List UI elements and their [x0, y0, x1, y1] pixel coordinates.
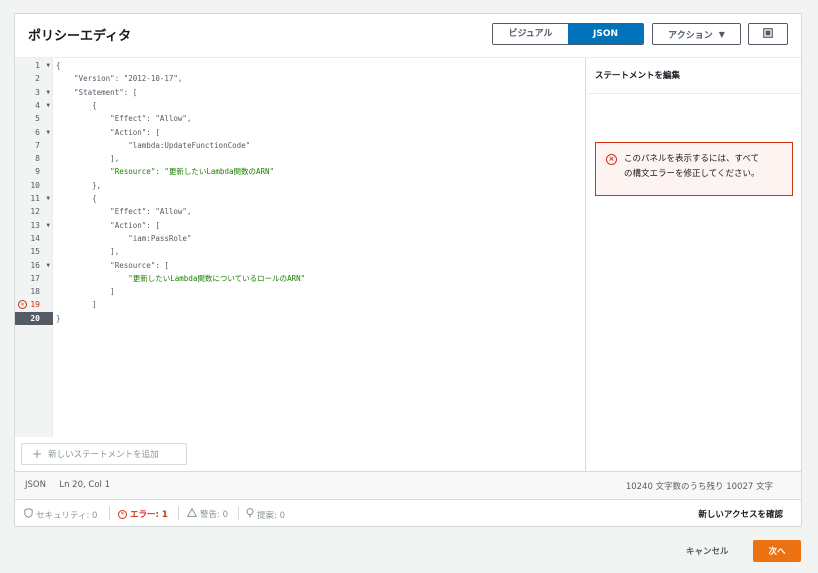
settings-square-icon — [763, 27, 773, 41]
line-number: 9 — [35, 167, 40, 177]
line-number: 2 — [35, 74, 40, 84]
line-number: 10 — [30, 180, 40, 190]
error-circle-icon: × — [606, 154, 617, 165]
error-circle-icon: ✕ — [118, 509, 127, 519]
actions-label: アクション — [668, 30, 713, 41]
syntax-error-alert: × このパネルを表示するには、すべて の構文エラーを修正してください。 — [595, 142, 793, 196]
alert-text-line1: このパネルを表示するには、すべて — [624, 154, 760, 164]
add-statement-button[interactable]: + 新しいステートメントを追加 — [21, 443, 187, 465]
code-line: "Action": [ — [56, 127, 160, 137]
line-number: 16 ▼ — [15, 259, 53, 272]
editor-status-bar: JSON Ln 20, Col 1 10240 文字数のうち残り 10027 文… — [15, 471, 801, 498]
code-line: "更新したいLambda関数についているロールのARN" — [56, 273, 306, 283]
error-circle-icon[interactable]: × — [18, 300, 27, 310]
editor-header: ポリシーエディタ ビジュアル JSON アクション ▼ — [15, 14, 801, 58]
tab-json[interactable]: JSON — [568, 24, 643, 44]
code-line: { — [56, 194, 97, 203]
suggestion-count[interactable]: 提案: 0 — [246, 508, 285, 521]
code-line: "iam:PassRole" — [56, 233, 192, 243]
divider — [109, 506, 110, 520]
line-number: × 19 — [15, 298, 53, 311]
line-number: 3 ▼ — [15, 86, 53, 99]
line-number: 11 ▼ — [15, 192, 53, 205]
code-line: "Version": "2012-10-17", — [56, 74, 183, 84]
caret-down-icon: ▼ — [718, 29, 725, 39]
line-number: 14 — [30, 233, 40, 243]
cancel-button[interactable]: キャンセル — [686, 545, 729, 557]
line-number: 8 — [35, 154, 40, 164]
fold-caret-icon[interactable]: ▼ — [46, 259, 50, 272]
warning-triangle-icon — [186, 507, 198, 520]
line-number: 20 — [15, 311, 53, 325]
error-count[interactable]: ✕ エラー: 1 — [118, 508, 168, 520]
code-line: "Effect": "Allow", — [56, 114, 192, 124]
code-line: ], — [56, 154, 120, 164]
fold-caret-icon[interactable]: ▼ — [46, 192, 50, 205]
code-line: ] — [56, 287, 115, 297]
page-title: ポリシーエディタ — [28, 29, 132, 44]
code-line: "Action": [ — [56, 220, 160, 230]
review-new-access-button[interactable]: 新しいアクセスを確認 — [698, 508, 783, 520]
cursor-position: Ln 20, Col 1 — [59, 480, 111, 490]
code-line: { — [56, 100, 97, 110]
fold-caret-icon[interactable]: ▼ — [46, 219, 50, 232]
shield-icon — [24, 508, 33, 521]
tab-visual[interactable]: ビジュアル — [493, 24, 568, 44]
alert-text-line2: の構文エラーを修正してください。 — [624, 169, 760, 179]
line-number: 12 — [30, 207, 40, 217]
line-number: 17 — [30, 273, 40, 283]
add-statement-label: 新しいステートメントを追加 — [48, 450, 159, 460]
line-number: 4 ▼ — [15, 99, 53, 112]
code-line: "Statement": [ — [56, 87, 138, 97]
fold-caret-icon[interactable]: ▼ — [46, 126, 50, 139]
next-button[interactable]: 次へ — [753, 540, 801, 562]
code-line: ], — [56, 247, 120, 257]
code-line: "lambda:UpdateFunctionCode" — [56, 140, 251, 150]
json-code-editor[interactable]: 1 ▼ 2 3 ▼ 4 ▼ 5 6 ▼ 7 8 9 10 11 ▼ 12 13 ▼ 14 15 16 ▼ 17 18 × 19 20 … — [15, 58, 586, 471]
line-number-gutter: 1 ▼ 2 3 ▼ 4 ▼ 5 6 ▼ 7 8 9 10 11 ▼ 12 13 ▼ 14 15 16 ▼ 17 18 × 19 20 — [15, 58, 53, 437]
preferences-button[interactable] — [748, 23, 788, 45]
code-line: "Resource": [ — [56, 260, 169, 270]
status-mode: JSON — [25, 480, 46, 490]
plus-icon: + — [32, 447, 43, 461]
divider — [178, 506, 179, 520]
line-number: 7 — [35, 140, 40, 150]
code-line: } — [56, 313, 61, 323]
fold-caret-icon[interactable]: ▼ — [46, 86, 50, 99]
security-count[interactable]: セキュリティ: 0 — [24, 508, 97, 521]
line-number: 6 ▼ — [15, 126, 53, 139]
line-number: 5 — [35, 114, 40, 124]
validation-footer: セキュリティ: 0 ✕ エラー: 1 警告: 0 提案: 0 新しいアクセスを確… — [15, 499, 801, 526]
code-line: "Resource": "更新したいLambda関数のARN" — [56, 167, 275, 177]
policy-editor-panel: ポリシーエディタ ビジュアル JSON アクション ▼ 1 ▼ 2 3 ▼ 4 ▼ 5 6 ▼ 7 8… — [14, 13, 802, 527]
actions-dropdown-button[interactable]: アクション ▼ — [652, 23, 741, 45]
characters-remaining: 10240 文字数のうち残り 10027 文字 — [625, 482, 773, 492]
code-line: }, — [56, 180, 102, 190]
divider — [238, 506, 239, 520]
edit-statement-panel: ステートメントを編集 × このパネルを表示するには、すべて の構文エラーを修正し… — [587, 58, 801, 471]
line-number: 1 ▼ — [15, 59, 53, 72]
line-number: 13 ▼ — [15, 219, 53, 232]
lightbulb-icon — [246, 508, 254, 521]
code-line: ] — [56, 300, 97, 310]
line-number: 15 — [30, 247, 40, 257]
fold-caret-icon[interactable]: ▼ — [46, 59, 50, 72]
fold-caret-icon[interactable]: ▼ — [46, 99, 50, 112]
side-panel-title: ステートメントを編集 — [587, 58, 801, 94]
code-area[interactable]: { "Version": "2012-10-17", "Statement": … — [53, 58, 585, 437]
code-line: "Effect": "Allow", — [56, 207, 192, 217]
warning-count[interactable]: 警告: 0 — [186, 507, 228, 520]
view-mode-toggle: ビジュアル JSON — [492, 23, 644, 45]
line-number: 18 — [30, 287, 40, 297]
code-line: { — [56, 61, 61, 70]
